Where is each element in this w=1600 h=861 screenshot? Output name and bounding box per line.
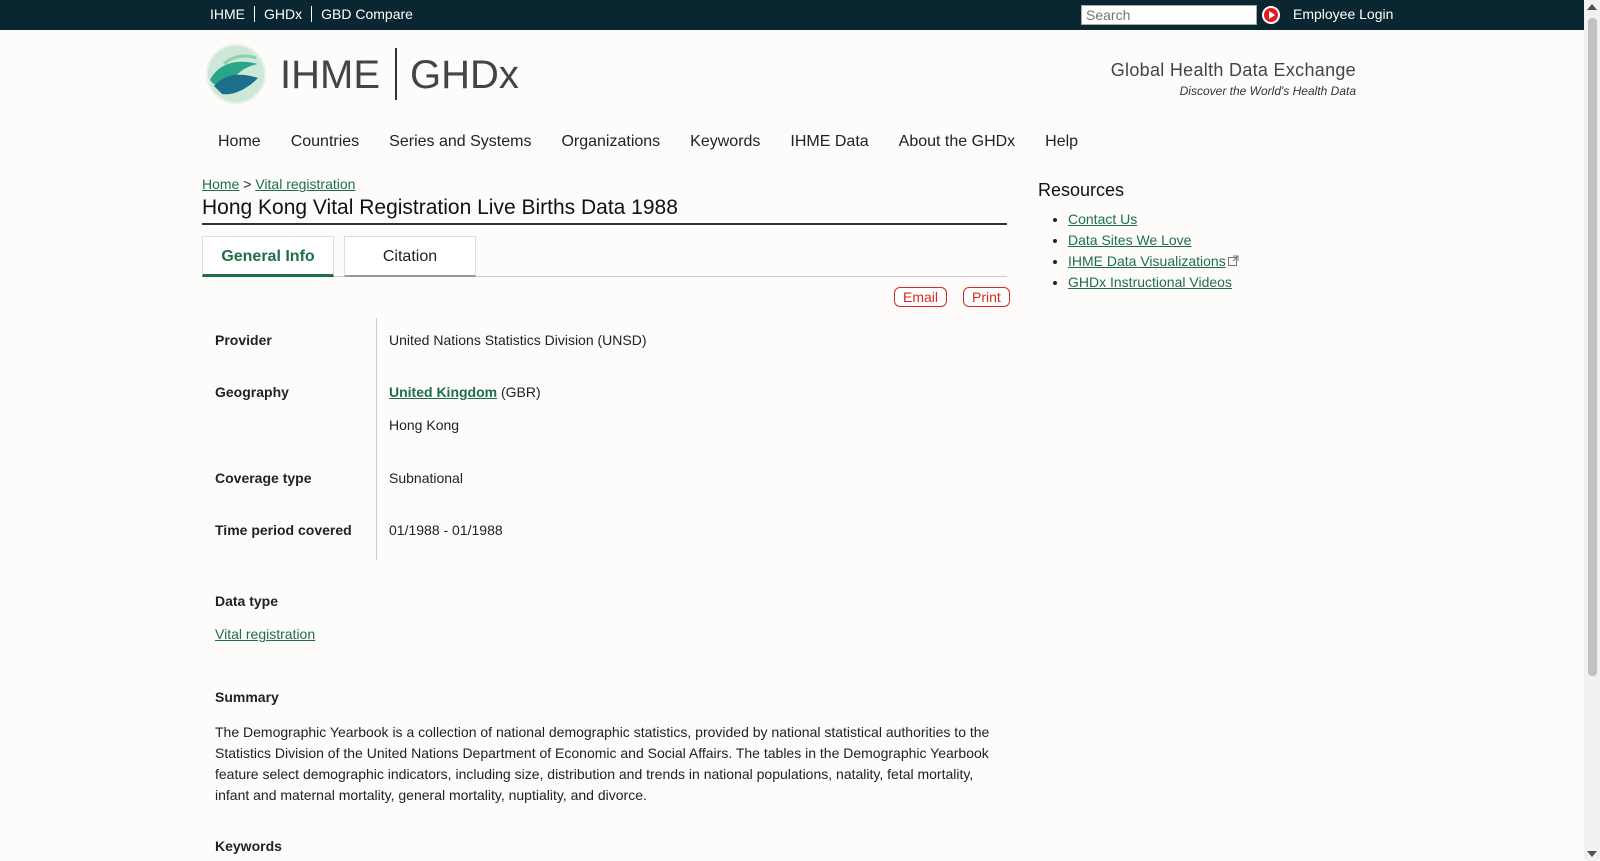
scroll-down-icon[interactable] (1587, 851, 1597, 857)
nav-keywords[interactable]: Keywords (690, 133, 760, 151)
nav-ihme-data[interactable]: IHME Data (790, 133, 868, 151)
nav-series-and-systems[interactable]: Series and Systems (389, 133, 531, 151)
coverage-type-value: Subnational (389, 470, 463, 486)
geography-subnational: Hong Kong (389, 417, 460, 433)
ihme-ghdx-logo[interactable]: IHME GHDx (206, 44, 526, 109)
breadcrumb-vital-registration[interactable]: Vital registration (255, 176, 355, 192)
data-type-label: Data type (215, 593, 279, 609)
brand-block: Global Health Data Exchange Discover the… (1091, 60, 1356, 98)
resource-instructional-videos[interactable]: GHDx Instructional Videos (1068, 274, 1232, 290)
geography-code: (GBR) (501, 384, 541, 400)
email-button[interactable]: Email (894, 287, 948, 307)
nav-organizations[interactable]: Organizations (561, 133, 660, 151)
logo-text-ihme: IHME (280, 53, 380, 97)
employee-login-link[interactable]: Employee Login (1293, 6, 1393, 22)
summary-label: Summary (215, 689, 279, 705)
resource-data-sites[interactable]: Data Sites We Love (1068, 232, 1191, 248)
resources-list: Contact Us Data Sites We Love IHME Data … (1038, 212, 1239, 296)
time-period-value: 01/1988 - 01/1988 (389, 522, 503, 538)
main-nav: Home Countries Series and Systems Organi… (218, 133, 1108, 151)
top-link-ihme[interactable]: IHME (210, 6, 254, 22)
breadcrumb: Home > Vital registration (202, 176, 355, 192)
nav-help[interactable]: Help (1045, 133, 1078, 151)
tab-general-info[interactable]: General Info (202, 236, 334, 277)
time-period-label: Time period covered (215, 522, 352, 538)
coverage-type-label: Coverage type (215, 470, 312, 486)
data-type-link[interactable]: Vital registration (215, 626, 315, 642)
nav-home[interactable]: Home (218, 133, 261, 151)
tab-citation[interactable]: Citation (344, 236, 476, 277)
tab-bar: General Info Citation (202, 236, 1007, 277)
field-divider (376, 318, 377, 560)
geography-country-link[interactable]: United Kingdom (389, 384, 497, 400)
nav-countries[interactable]: Countries (291, 133, 359, 151)
breadcrumb-separator: > (243, 176, 252, 192)
resource-contact-us[interactable]: Contact Us (1068, 211, 1137, 227)
resource-ihme-visualizations[interactable]: IHME Data Visualizations (1068, 253, 1226, 269)
external-link-icon (1227, 255, 1239, 266)
resource-item: Data Sites We Love (1068, 233, 1239, 248)
logo-text-ghdx: GHDx (410, 53, 519, 97)
top-links: IHME GHDx GBD Compare (210, 6, 422, 22)
search-submit-icon[interactable] (1262, 6, 1280, 24)
brand-title: Global Health Data Exchange (1110, 60, 1356, 80)
provider-value: United Nations Statistics Division (UNSD… (389, 332, 647, 348)
resource-item: Contact Us (1068, 212, 1239, 227)
search-input[interactable] (1081, 5, 1257, 25)
keywords-label: Keywords (215, 838, 282, 854)
page-title: Hong Kong Vital Registration Live Births… (202, 196, 1007, 225)
resources-heading: Resources (1038, 180, 1125, 200)
resource-item: IHME Data Visualizations (1068, 254, 1239, 269)
brand-subtitle: Discover the World's Health Data (1179, 84, 1356, 98)
top-link-gbd-compare[interactable]: GBD Compare (311, 6, 422, 22)
geography-label: Geography (215, 384, 289, 400)
nav-about[interactable]: About the GHDx (899, 133, 1016, 151)
top-link-ghdx[interactable]: GHDx (254, 6, 311, 22)
resource-item: GHDx Instructional Videos (1068, 275, 1239, 290)
breadcrumb-home[interactable]: Home (202, 176, 239, 192)
scroll-up-icon[interactable] (1587, 4, 1597, 10)
summary-text: The Demographic Yearbook is a collection… (215, 724, 990, 803)
geography-value: United Kingdom (GBR) (389, 384, 541, 400)
provider-label: Provider (215, 332, 272, 348)
print-button[interactable]: Print (963, 287, 1010, 307)
scrollbar-thumb[interactable] (1588, 18, 1597, 676)
